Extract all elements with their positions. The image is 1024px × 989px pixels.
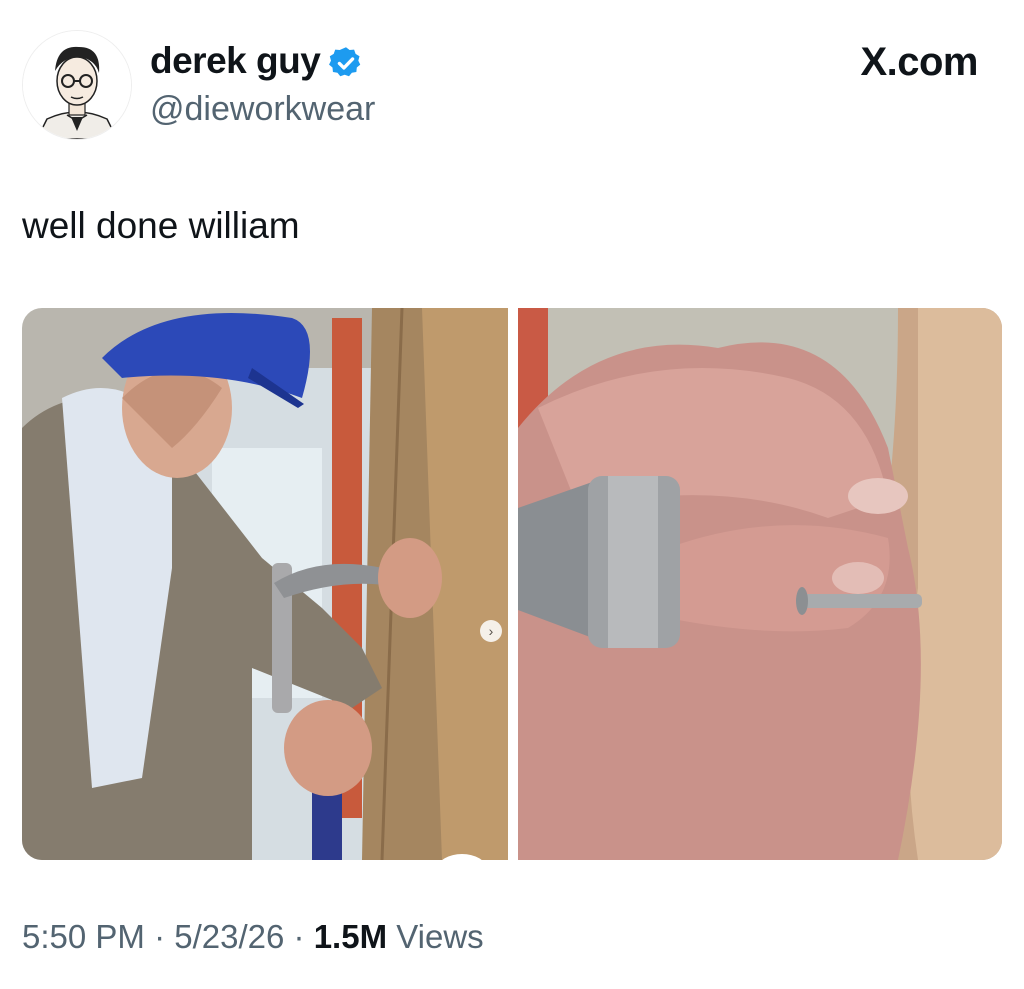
man-in-hard-hat-hammering-photo-icon: [22, 308, 508, 860]
x-brand-label: X.com: [860, 40, 978, 84]
author-handle[interactable]: @dieworkwear: [150, 90, 375, 129]
separator-dot: ·: [154, 918, 166, 955]
tweet-text: well done william: [22, 205, 300, 246]
avatar[interactable]: [22, 30, 132, 140]
photo-2[interactable]: [518, 308, 1002, 860]
separator-dot: ·: [293, 918, 305, 955]
tweet-time[interactable]: 5:50 PM: [22, 918, 145, 955]
verified-badge-icon: [329, 47, 361, 77]
close-up-hand-holding-nail-photo-icon: [518, 308, 1002, 860]
media-gallery[interactable]: ›: [22, 308, 1002, 860]
display-name[interactable]: derek guy: [150, 40, 321, 82]
views-label: Views: [396, 918, 484, 955]
portrait-illustration-icon: [23, 31, 131, 139]
tweet-date[interactable]: 5/23/26: [174, 918, 284, 955]
next-image-icon[interactable]: ›: [480, 620, 502, 642]
photo-1[interactable]: ›: [22, 308, 508, 860]
tweet-meta: 5:50 PM · 5/23/26 · 1.5M Views: [22, 918, 484, 956]
views-count[interactable]: 1.5M: [314, 918, 387, 955]
